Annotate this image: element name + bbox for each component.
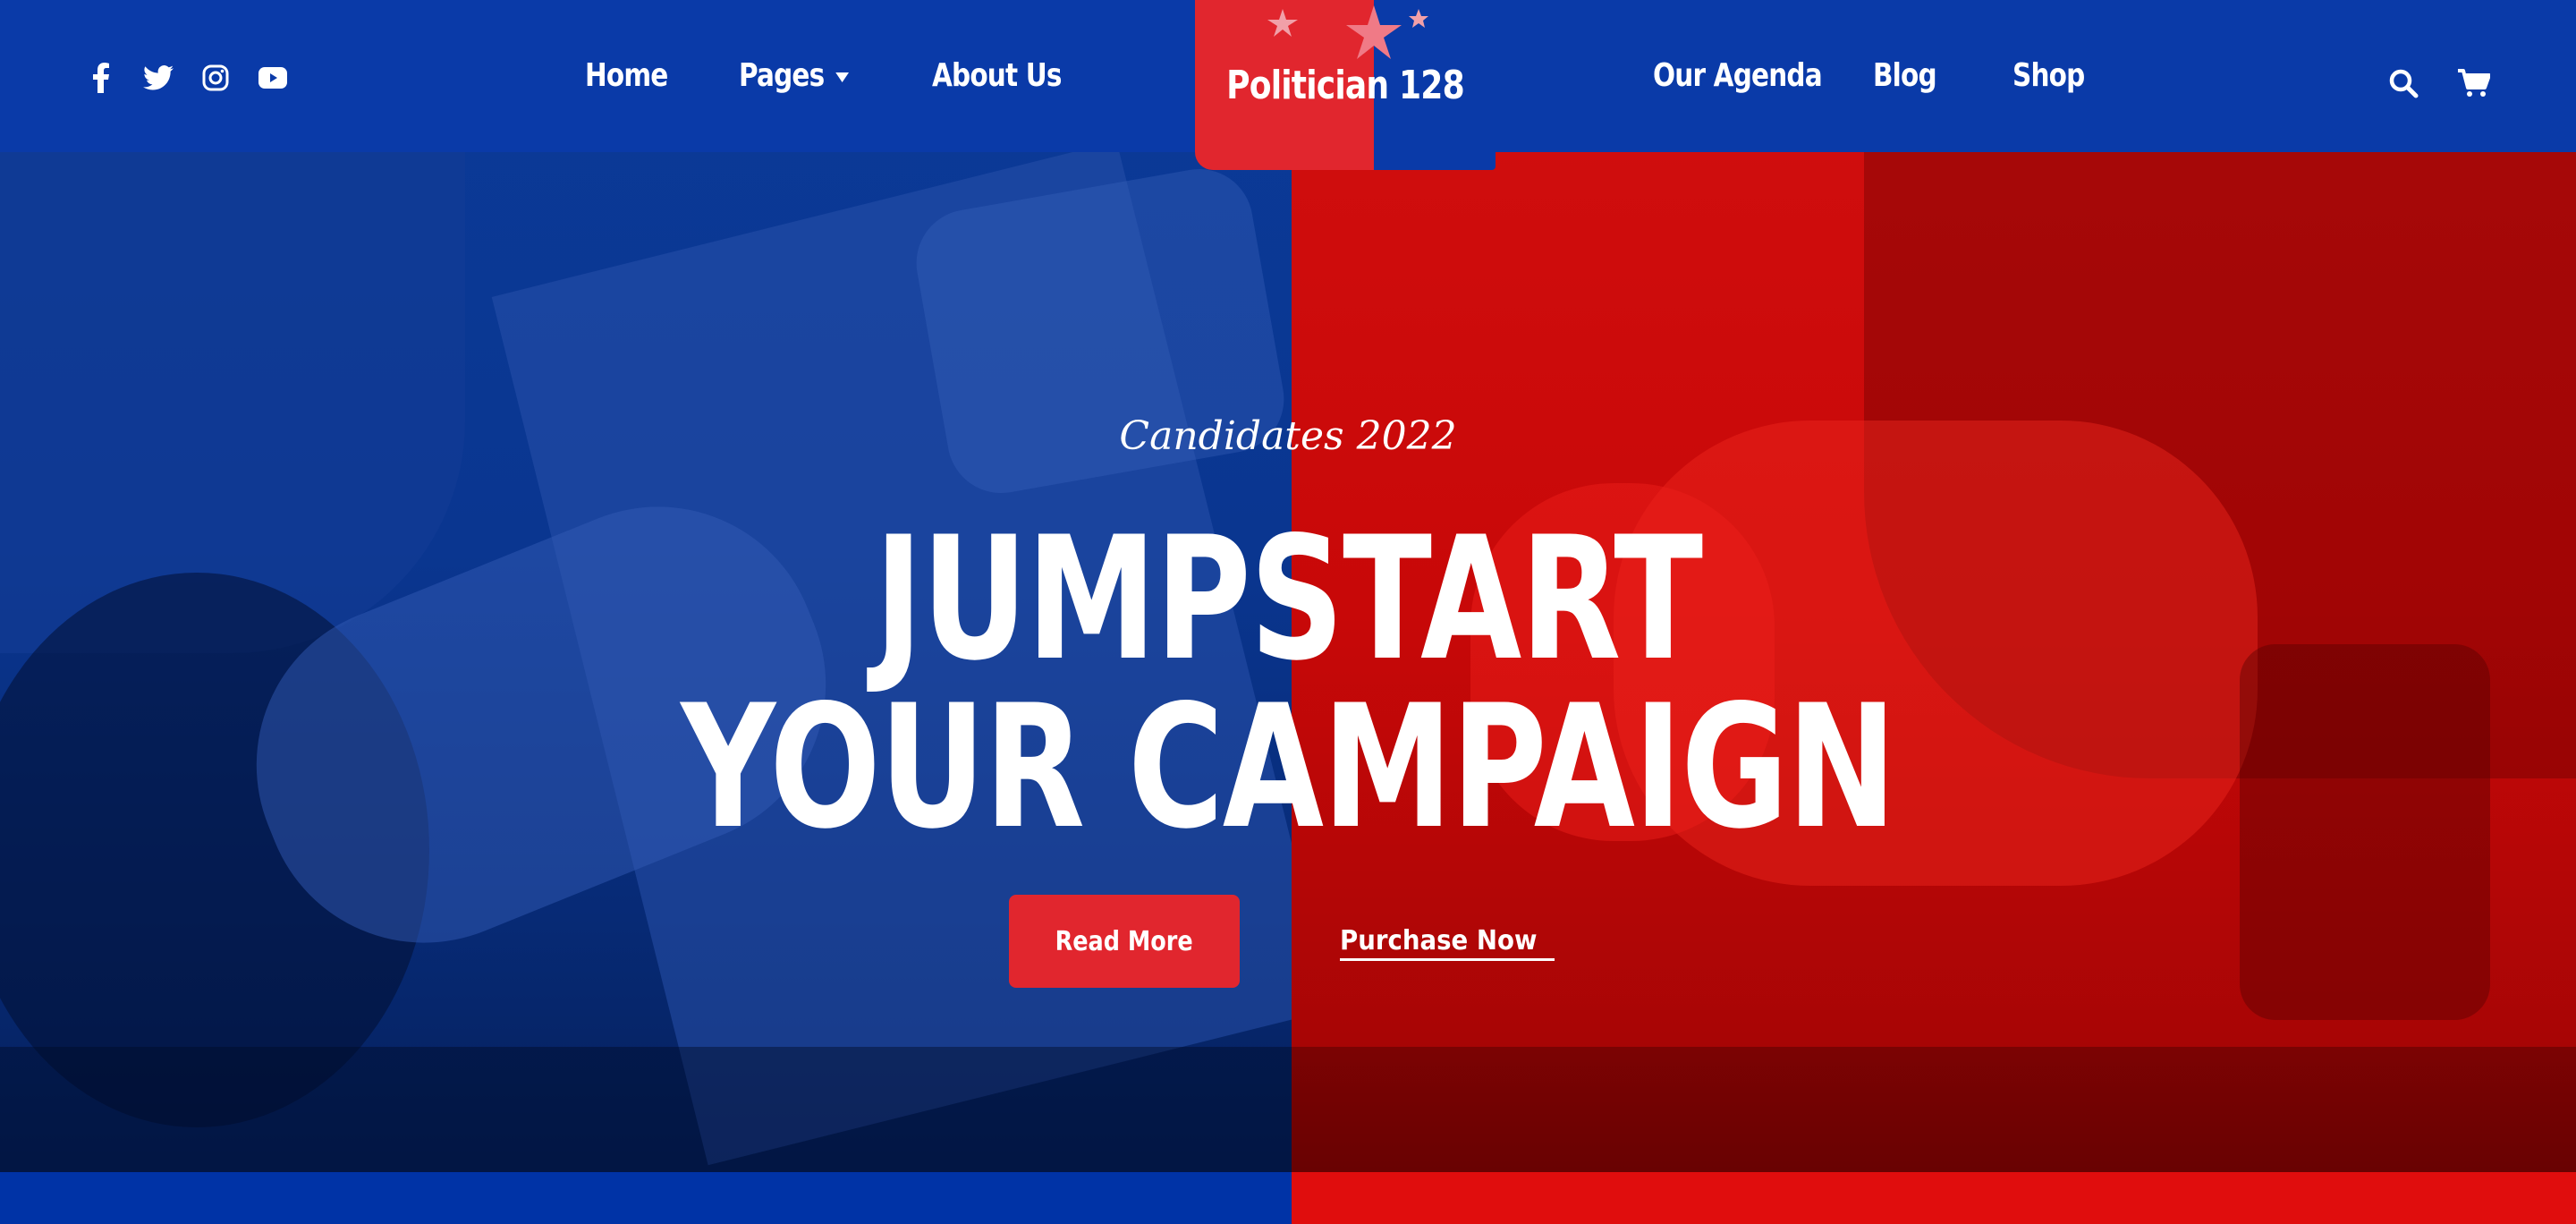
- nav-shop[interactable]: Shop: [2012, 57, 2085, 94]
- cart-icon[interactable]: [2458, 69, 2491, 102]
- hero-headline-line-2: YOUR CAMPAIGN: [681, 668, 1896, 866]
- nav-about-us[interactable]: About Us: [932, 57, 1062, 94]
- utility-icons: [2388, 68, 2491, 103]
- purchase-now-link[interactable]: Purchase Now: [1340, 925, 1555, 961]
- hero-headline-line-1: JUMPSTART: [874, 500, 1703, 698]
- instagram-icon[interactable]: [200, 63, 231, 93]
- nav-pages[interactable]: Pages: [739, 57, 850, 94]
- nav-pages-label: Pages: [739, 57, 825, 94]
- read-more-label: Read More: [1055, 925, 1194, 957]
- site-logo[interactable]: Politician 128: [1195, 0, 1496, 170]
- search-icon[interactable]: [2388, 68, 2419, 103]
- hero-headline: JUMPSTART YOUR CAMPAIGN: [0, 500, 2576, 866]
- logo-text: Politician 128: [1226, 63, 1465, 108]
- nav-blog[interactable]: Blog: [1873, 57, 1937, 94]
- hero-subtitle: Candidates 2022: [1119, 413, 1457, 459]
- facebook-icon[interactable]: [86, 63, 116, 93]
- chevron-down-icon: [835, 72, 850, 82]
- nav-our-agenda[interactable]: Our Agenda: [1653, 57, 1823, 94]
- purchase-now-label: Purchase Now: [1340, 925, 1538, 956]
- bottom-band: [0, 1172, 2576, 1224]
- twitter-icon[interactable]: [143, 63, 174, 93]
- youtube-icon[interactable]: [258, 63, 288, 93]
- read-more-button[interactable]: Read More: [1009, 895, 1240, 988]
- social-links: [86, 63, 288, 93]
- nav-home[interactable]: Home: [585, 57, 668, 94]
